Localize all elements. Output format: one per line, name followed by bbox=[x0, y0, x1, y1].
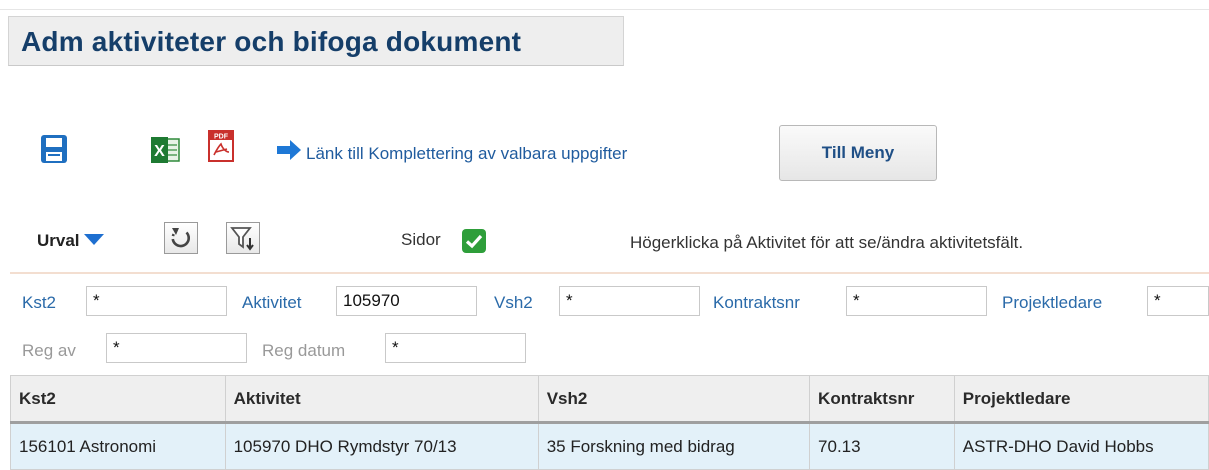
save-icon[interactable] bbox=[40, 134, 68, 164]
refresh-icon bbox=[171, 228, 190, 248]
pdf-icon-letters: PDF bbox=[214, 134, 229, 141]
page-title: Adm aktiviteter och bifoga dokument bbox=[21, 26, 522, 57]
till-meny-button[interactable]: Till Meny bbox=[779, 125, 937, 181]
kst2-filter-input[interactable] bbox=[86, 286, 227, 316]
projektledare-filter-input[interactable] bbox=[1147, 286, 1209, 316]
reg-datum-filter-label: Reg datum bbox=[262, 341, 346, 360]
right-click-hint: Högerklicka på Aktivitet för att se/ändr… bbox=[630, 233, 1024, 252]
pdf-icon[interactable]: PDF bbox=[208, 130, 234, 162]
cell-kst2[interactable]: 156101 Astronomi bbox=[10, 422, 226, 470]
vsh2-filter-label: Vsh2 bbox=[494, 293, 533, 312]
excel-icon-letter: X bbox=[154, 143, 165, 160]
page-title-box: Adm aktiviteter och bifoga dokument bbox=[8, 16, 624, 66]
cell-aktivitet[interactable]: 105970 DHO Rymdstyr 70/13 bbox=[224, 422, 539, 470]
arrow-right-icon[interactable] bbox=[276, 140, 302, 160]
checkmark-icon bbox=[465, 234, 483, 249]
urval-dropdown[interactable]: Urval bbox=[37, 231, 104, 251]
filter-separator bbox=[10, 272, 1209, 274]
sidor-label: Sidor bbox=[401, 230, 441, 249]
column-header-aktivitet[interactable]: Aktivitet bbox=[224, 375, 539, 424]
column-header-vsh2[interactable]: Vsh2 bbox=[537, 375, 811, 424]
column-header-kst2[interactable]: Kst2 bbox=[10, 375, 226, 424]
reg-av-filter-input[interactable] bbox=[106, 333, 247, 363]
cell-kontraktsnr[interactable]: 70.13 bbox=[809, 422, 955, 470]
activities-table: Kst2 Aktivitet Vsh2 Kontraktsnr Projektl… bbox=[10, 375, 1209, 470]
reg-datum-filter-input[interactable] bbox=[385, 333, 526, 363]
column-header-kontraktsnr[interactable]: Kontraktsnr bbox=[809, 375, 955, 424]
cell-vsh2[interactable]: 35 Forskning med bidrag bbox=[537, 422, 811, 470]
projektledare-filter-label: Projektledare bbox=[1002, 293, 1103, 312]
aktivitet-filter-input[interactable] bbox=[336, 286, 477, 316]
reg-av-filter-label: Reg av bbox=[22, 341, 76, 360]
caret-down-icon bbox=[83, 234, 104, 246]
aktivitet-filter-label: Aktivitet bbox=[242, 293, 302, 312]
vsh2-filter-input[interactable] bbox=[559, 286, 700, 316]
kontraktsnr-filter-input[interactable] bbox=[846, 286, 987, 316]
top-divider bbox=[0, 9, 1209, 10]
kst2-filter-label: Kst2 bbox=[22, 293, 57, 312]
cell-projektledare[interactable]: ASTR-DHO David Hobbs bbox=[953, 422, 1209, 470]
table-row[interactable]: 156101 Astronomi 105970 DHO Rymdstyr 70/… bbox=[10, 422, 1209, 470]
refresh-button[interactable] bbox=[164, 222, 198, 254]
kontraktsnr-filter-label: Kontraktsnr bbox=[713, 293, 800, 312]
urval-label: Urval bbox=[37, 231, 80, 250]
table-header-row: Kst2 Aktivitet Vsh2 Kontraktsnr Projektl… bbox=[10, 375, 1209, 424]
filter-button[interactable] bbox=[226, 222, 260, 254]
komplettering-link[interactable]: Länk till Komplettering av valbara uppgi… bbox=[306, 144, 627, 164]
excel-icon[interactable]: X bbox=[150, 137, 180, 163]
sidor-checkbox[interactable] bbox=[462, 229, 486, 253]
filter-icon bbox=[230, 227, 254, 251]
column-header-projektledare[interactable]: Projektledare bbox=[953, 375, 1209, 424]
